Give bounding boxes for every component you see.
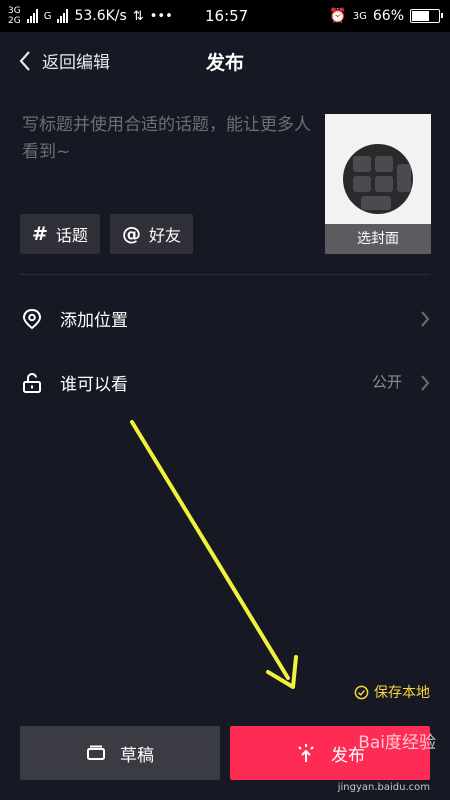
draft-label: 草稿 [120, 745, 154, 766]
select-cover-button[interactable]: 选封面 [325, 114, 431, 254]
caption-input[interactable]: 写标题并使用合适的话题，能让更多人看到~ [22, 112, 312, 166]
at-icon: @ [121, 223, 141, 245]
status-right: ⏰ 3G 66% [329, 0, 443, 32]
visibility-row[interactable]: 谁可以看 公开 [0, 354, 450, 410]
more-dots-icon: ••• [149, 8, 173, 24]
keyboard-key [375, 176, 393, 192]
keyboard-key [361, 196, 391, 210]
check-circle-icon [354, 685, 369, 699]
page-title: 发布 [205, 52, 244, 74]
network-right-label: 3G [352, 10, 367, 22]
topic-chip[interactable]: # 话题 [20, 214, 100, 254]
battery-fill [412, 11, 429, 21]
signal-icon [26, 9, 38, 23]
clock: 16:57 [205, 7, 249, 25]
keyboard-key [353, 156, 371, 172]
keyboard-key [397, 164, 411, 192]
header: 返回编辑 发布 [0, 32, 450, 92]
network-top-label: 3G [8, 6, 21, 16]
status-left: 3G 2G G 53.6K/s ⇅ ••• [8, 0, 173, 32]
publish-sparkle-icon [298, 744, 314, 762]
alarm-icon: ⏰ [329, 8, 347, 24]
cover-label: 选封面 [325, 224, 431, 254]
add-location-row[interactable]: 添加位置 [0, 290, 450, 346]
divider [20, 274, 430, 275]
network-speed: 53.6K/s [74, 8, 127, 24]
cover-thumbnail [343, 144, 413, 214]
battery-percent: 66% [372, 8, 404, 24]
status-bar: 3G 2G G 53.6K/s ⇅ ••• 16:57 ⏰ 3G 66% [0, 0, 450, 32]
draft-button[interactable]: 草稿 [20, 726, 220, 780]
topic-label: 话题 [55, 226, 88, 245]
signal-icon-2 [57, 9, 69, 23]
network-g-label: G [43, 10, 52, 22]
unlock-icon [23, 372, 41, 393]
visibility-label: 谁可以看 [60, 375, 128, 395]
sync-icon: ⇅ [132, 8, 144, 24]
battery-icon [410, 9, 443, 23]
keyboard-key [353, 176, 371, 192]
hashtag-icon: # [32, 223, 48, 245]
visibility-value: 公开 [371, 373, 402, 391]
baidu-watermark: Bai度经验 [358, 733, 436, 753]
network-type: 3G 2G [8, 6, 21, 26]
network-bottom-label: 2G [8, 16, 21, 26]
chevron-right-icon [421, 311, 430, 327]
save-local-label: 保存本地 [374, 685, 430, 701]
watermark-url: jingyan.baidu.com [337, 782, 430, 793]
draft-box-icon [87, 745, 105, 760]
chips: # 话题 @ 好友 [20, 214, 193, 254]
location-pin-icon [22, 308, 42, 330]
save-local-toggle[interactable]: 保存本地 [354, 682, 430, 702]
add-location-label: 添加位置 [60, 311, 128, 331]
keyboard-key [375, 156, 393, 172]
chevron-right-icon [421, 375, 430, 391]
friend-label: 好友 [148, 226, 181, 245]
friend-chip[interactable]: @ 好友 [109, 214, 193, 254]
